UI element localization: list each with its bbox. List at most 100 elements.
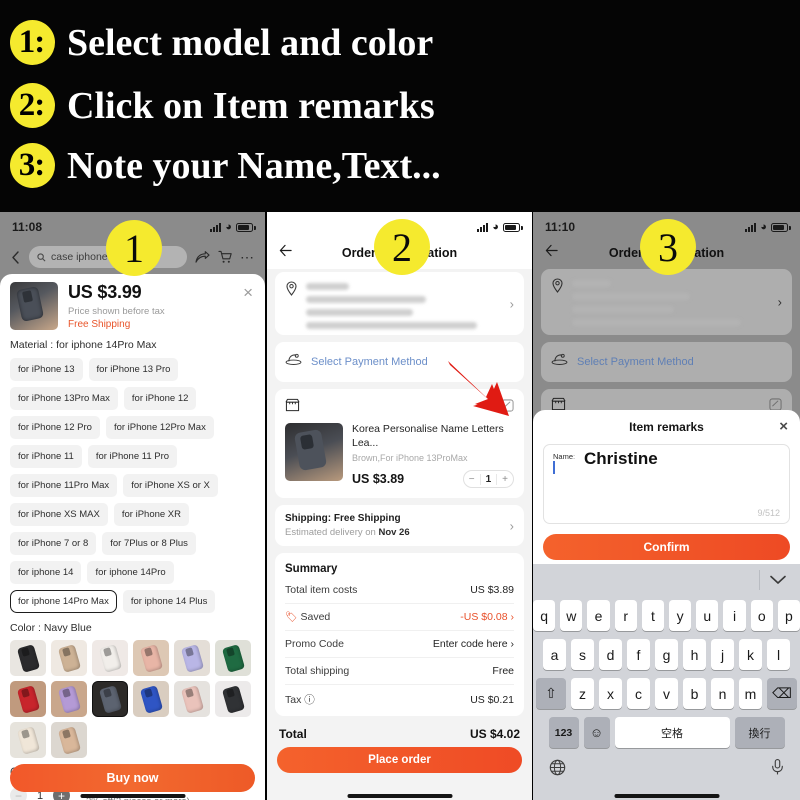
overlay-badge-1: 1 bbox=[106, 220, 162, 276]
model-chip[interactable]: for iPhone XR bbox=[113, 503, 190, 526]
confirm-button[interactable]: Confirm bbox=[543, 534, 790, 560]
model-chip[interactable]: for iPhone 11Pro Max bbox=[10, 474, 118, 497]
color-swatch[interactable] bbox=[10, 640, 46, 676]
model-chip[interactable]: for iPhone 12 bbox=[123, 387, 197, 410]
key-m[interactable]: m bbox=[739, 678, 762, 709]
close-icon[interactable]: × bbox=[243, 284, 253, 301]
color-swatch[interactable] bbox=[10, 681, 46, 717]
summary-row[interactable]: Total shipping Free bbox=[285, 657, 514, 684]
color-swatch[interactable] bbox=[133, 640, 169, 676]
key-r[interactable]: r bbox=[614, 600, 637, 631]
payment-row: Select Payment Method bbox=[551, 353, 782, 371]
microphone-icon[interactable] bbox=[771, 758, 784, 780]
key-z[interactable]: z bbox=[571, 678, 594, 709]
key-h[interactable]: h bbox=[683, 639, 706, 670]
instruction-banner: 1: Select model and color 2: Click on It… bbox=[0, 0, 800, 212]
item-quantity-stepper[interactable]: − 1 + bbox=[462, 470, 514, 489]
backspace-key[interactable]: ⌫ bbox=[767, 678, 797, 709]
key-c[interactable]: c bbox=[627, 678, 650, 709]
model-chip[interactable]: for iPhone 13 Pro bbox=[88, 358, 179, 381]
key-y[interactable]: y bbox=[669, 600, 692, 631]
share-icon[interactable] bbox=[195, 250, 210, 264]
product-thumbnail[interactable] bbox=[10, 282, 58, 330]
color-swatch[interactable] bbox=[215, 640, 251, 676]
key-t[interactable]: t bbox=[641, 600, 664, 631]
color-swatch[interactable] bbox=[51, 640, 87, 676]
swatch-case bbox=[221, 685, 246, 714]
swatch-case bbox=[180, 644, 205, 673]
chevron-down-icon[interactable] bbox=[770, 572, 786, 590]
key-n[interactable]: n bbox=[711, 678, 734, 709]
key-a[interactable]: a bbox=[543, 639, 566, 670]
key-g[interactable]: g bbox=[655, 639, 678, 670]
key-k[interactable]: k bbox=[739, 639, 762, 670]
color-swatch[interactable] bbox=[10, 722, 46, 758]
color-swatch[interactable] bbox=[174, 640, 210, 676]
key-u[interactable]: u bbox=[696, 600, 719, 631]
close-icon[interactable]: × bbox=[779, 419, 788, 434]
model-chip[interactable]: for iphone 14 bbox=[10, 561, 82, 584]
model-chip[interactable]: for 7Plus or 8 Plus bbox=[102, 532, 196, 555]
key-o[interactable]: o bbox=[750, 600, 773, 631]
numbers-key[interactable]: 123 bbox=[548, 717, 579, 748]
key-x[interactable]: x bbox=[599, 678, 622, 709]
buy-now-button[interactable]: Buy now bbox=[10, 764, 255, 792]
model-chip[interactable]: for iPhone 12 Pro bbox=[10, 416, 100, 439]
key-w[interactable]: w bbox=[560, 600, 583, 631]
key-j[interactable]: j bbox=[711, 639, 734, 670]
model-chip[interactable]: for iPhone XS MAX bbox=[10, 503, 108, 526]
more-icon[interactable]: ⋯ bbox=[240, 249, 255, 266]
shipping-estimate-prefix: Estimated delivery on bbox=[285, 527, 379, 539]
place-order-button[interactable]: Place order bbox=[277, 747, 522, 774]
summary-row-label: Promo Code bbox=[285, 638, 344, 651]
p3-payment-card: Select Payment Method bbox=[541, 342, 792, 382]
color-swatch[interactable] bbox=[174, 681, 210, 717]
signal-icon bbox=[745, 222, 757, 232]
key-q[interactable]: q bbox=[533, 600, 556, 631]
color-swatch[interactable] bbox=[92, 640, 128, 676]
key-e[interactable]: e bbox=[587, 600, 610, 631]
cart-icon[interactable] bbox=[218, 250, 232, 264]
model-chip[interactable]: for iphone 14 Plus bbox=[122, 590, 216, 613]
key-v[interactable]: v bbox=[655, 678, 678, 709]
key-d[interactable]: d bbox=[599, 639, 622, 670]
color-swatch[interactable] bbox=[133, 681, 169, 717]
color-swatch[interactable] bbox=[51, 681, 87, 717]
globe-icon[interactable] bbox=[549, 759, 566, 780]
summary-row[interactable]: Tax ⓘ US $0.21 bbox=[285, 684, 514, 714]
key-f[interactable]: f bbox=[627, 639, 650, 670]
shipping-card[interactable]: Shipping: Free Shipping Estimated delive… bbox=[275, 505, 524, 547]
model-chip[interactable]: for iPhone 12Pro Max bbox=[105, 416, 214, 439]
model-chip[interactable]: for iphone 14Pro bbox=[87, 561, 174, 584]
space-key[interactable]: 空格 bbox=[614, 717, 730, 748]
wifi-icon: ◕ bbox=[225, 220, 232, 233]
model-chip[interactable]: for iPhone 13 bbox=[10, 358, 83, 381]
item-qty-plus[interactable]: + bbox=[497, 474, 513, 485]
color-swatch[interactable] bbox=[92, 681, 128, 717]
key-l[interactable]: l bbox=[767, 639, 790, 670]
color-swatch[interactable] bbox=[51, 722, 87, 758]
key-p[interactable]: p bbox=[777, 600, 800, 631]
summary-row[interactable]: Promo Code Enter code here › bbox=[285, 630, 514, 657]
key-i[interactable]: i bbox=[723, 600, 746, 631]
key-b[interactable]: b bbox=[683, 678, 706, 709]
item-remarks-textarea[interactable]: Nameː Christine 9/512 bbox=[543, 444, 790, 524]
enter-key[interactable]: 換行 bbox=[734, 717, 785, 748]
model-chip[interactable]: for iPhone XS or X bbox=[123, 474, 218, 497]
address-line bbox=[572, 280, 612, 287]
model-chip[interactable]: for iPhone 7 or 8 bbox=[10, 532, 97, 555]
material-label: Material : for iphone 14Pro Max bbox=[10, 339, 157, 351]
shipping-address-card[interactable]: › bbox=[275, 272, 524, 335]
model-chip[interactable]: for iPhone 13Pro Max bbox=[10, 387, 118, 410]
model-chip[interactable]: for iPhone 11 bbox=[10, 445, 82, 468]
back-arrow-icon[interactable] bbox=[10, 250, 21, 264]
summary-row[interactable]: 🏷 Saved -US $0.08 › bbox=[285, 603, 514, 630]
item-qty-minus[interactable]: − bbox=[464, 474, 480, 485]
color-swatch[interactable] bbox=[215, 681, 251, 717]
model-chip[interactable]: for iphone 14Pro Max bbox=[10, 590, 117, 613]
key-s[interactable]: s bbox=[571, 639, 594, 670]
model-chip[interactable]: for iPhone 11 Pro bbox=[87, 445, 178, 468]
summary-row[interactable]: Total item costs US $3.89 bbox=[285, 577, 514, 603]
emoji-key[interactable]: ☺ bbox=[583, 717, 610, 748]
shift-key[interactable]: ⇧ bbox=[536, 678, 566, 709]
